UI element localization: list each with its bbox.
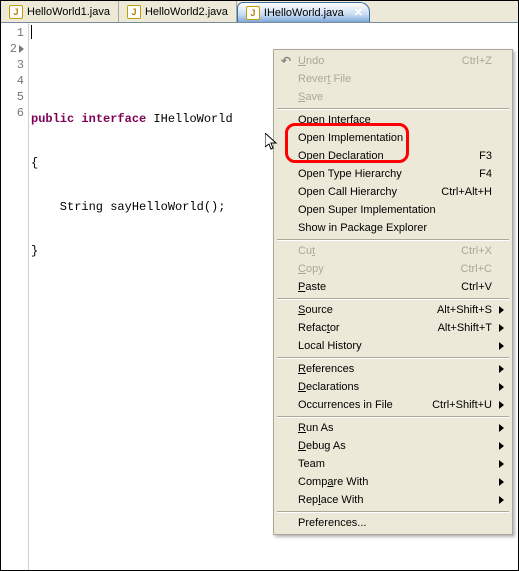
tab-label: IHelloWorld.java (264, 7, 344, 19)
context-menu: ↶ Undo Ctrl+Z Revert File Save Open Inte… (273, 49, 513, 535)
menu-refactor[interactable]: Refactor Alt+Shift+T (276, 319, 510, 337)
submenu-arrow-icon (499, 365, 504, 373)
menu-open-declaration[interactable]: Open Declaration F3 (276, 147, 510, 165)
submenu-arrow-icon (499, 306, 504, 314)
menu-separator (277, 416, 509, 417)
java-file-icon: J (9, 5, 23, 19)
menu-separator (277, 357, 509, 358)
shortcut-label: Ctrl+Z (462, 55, 492, 67)
submenu-arrow-icon (499, 401, 504, 409)
line-number-gutter: 1 2 3 4 5 6 (1, 23, 29, 570)
menu-separator (277, 298, 509, 299)
menu-copy[interactable]: Copy Ctrl+C (276, 260, 510, 278)
tab-label: HelloWorld1.java (27, 6, 110, 18)
line-number: 2 (1, 41, 28, 57)
menu-separator (277, 239, 509, 240)
menu-undo[interactable]: ↶ Undo Ctrl+Z (276, 52, 510, 70)
submenu-arrow-icon (499, 442, 504, 450)
tab-helloworld2[interactable]: J HelloWorld2.java (119, 1, 237, 22)
shortcut-label: F4 (479, 168, 492, 180)
menu-open-implementation[interactable]: Open Implementation (276, 129, 510, 147)
menu-source[interactable]: Source Alt+Shift+S (276, 301, 510, 319)
shortcut-label: Ctrl+X (461, 245, 492, 257)
menu-separator (277, 108, 509, 109)
submenu-arrow-icon (499, 496, 504, 504)
menu-debug-as[interactable]: Debug As (276, 437, 510, 455)
shortcut-label: Ctrl+C (461, 263, 492, 275)
tab-ihelloworld[interactable]: J IHelloWorld.java ✕ (237, 2, 370, 22)
shortcut-label: F3 (479, 150, 492, 162)
menu-cut[interactable]: Cut Ctrl+X (276, 242, 510, 260)
undo-icon: ↶ (279, 54, 293, 68)
menu-run-as[interactable]: Run As (276, 419, 510, 437)
shortcut-label: Alt+Shift+T (438, 322, 492, 334)
submenu-arrow-icon (499, 324, 504, 332)
submenu-arrow-icon (499, 424, 504, 432)
shortcut-label: Alt+Shift+S (437, 304, 492, 316)
menu-open-call-hierarchy[interactable]: Open Call Hierarchy Ctrl+Alt+H (276, 183, 510, 201)
menu-preferences[interactable]: Preferences... (276, 514, 510, 532)
line-number: 6 (1, 105, 28, 121)
shortcut-label: Ctrl+V (461, 281, 492, 293)
menu-open-super-implementation[interactable]: Open Super Implementation (276, 201, 510, 219)
tab-helloworld1[interactable]: J HelloWorld1.java (1, 1, 119, 22)
menu-replace-with[interactable]: Replace With (276, 491, 510, 509)
line-number: 4 (1, 73, 28, 89)
close-icon[interactable]: ✕ (354, 6, 363, 19)
line-number: 5 (1, 89, 28, 105)
menu-separator (277, 511, 509, 512)
line-number: 1 (1, 25, 28, 41)
menu-revert-file[interactable]: Revert File (276, 70, 510, 88)
fold-icon[interactable] (19, 45, 24, 53)
menu-compare-with[interactable]: Compare With (276, 473, 510, 491)
menu-declarations[interactable]: Declarations (276, 378, 510, 396)
submenu-arrow-icon (499, 383, 504, 391)
menu-occurrences[interactable]: Occurrences in File Ctrl+Shift+U (276, 396, 510, 414)
tab-label: HelloWorld2.java (145, 6, 228, 18)
line-number: 3 (1, 57, 28, 73)
submenu-arrow-icon (499, 460, 504, 468)
menu-open-interface[interactable]: Open Interface (276, 111, 510, 129)
menu-save[interactable]: Save (276, 88, 510, 106)
menu-team[interactable]: Team (276, 455, 510, 473)
text-cursor (31, 25, 32, 39)
editor-tab-bar: J HelloWorld1.java J HelloWorld2.java J … (1, 1, 518, 23)
menu-open-type-hierarchy[interactable]: Open Type Hierarchy F4 (276, 165, 510, 183)
menu-references[interactable]: References (276, 360, 510, 378)
menu-show-in-package-explorer[interactable]: Show in Package Explorer (276, 219, 510, 237)
shortcut-label: Ctrl+Shift+U (432, 399, 492, 411)
shortcut-label: Ctrl+Alt+H (441, 186, 492, 198)
java-file-icon: J (127, 5, 141, 19)
submenu-arrow-icon (499, 478, 504, 486)
menu-local-history[interactable]: Local History (276, 337, 510, 355)
menu-paste[interactable]: Paste Ctrl+V (276, 278, 510, 296)
submenu-arrow-icon (499, 342, 504, 350)
java-file-icon: J (246, 6, 260, 20)
